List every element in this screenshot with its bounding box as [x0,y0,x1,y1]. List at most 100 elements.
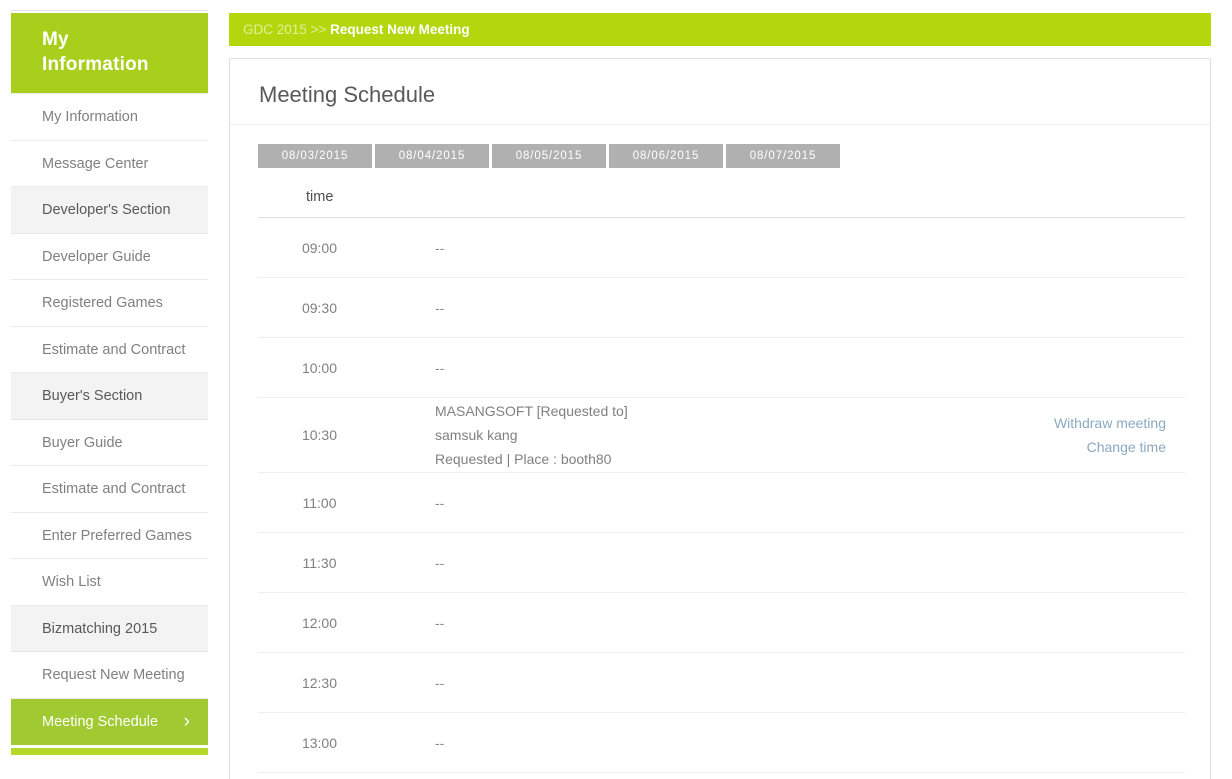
sidebar-item-label: Bizmatching 2015 [42,620,158,637]
withdraw-meeting-link[interactable]: Withdraw meeting [936,411,1166,435]
content-card: Meeting Schedule 08/03/2015 08/04/2015 0… [229,58,1211,779]
sidebar-item-registered-games[interactable]: Registered Games [11,280,208,327]
meeting-person: samsuk kang [435,427,518,443]
sidebar-item-estimate-and-contract-buyer[interactable]: Estimate and Contract [11,466,208,513]
slot-actions [935,217,1185,278]
sidebar-section-buyers-section[interactable]: Buyer's Section [11,373,208,420]
tab-date-08-03-2015[interactable]: 08/03/2015 [258,144,372,168]
main-content: GDC 2015 >> Request New Meeting Meeting … [229,13,1211,779]
sidebar-item-label: Enter Preferred Games [42,527,192,544]
breadcrumb: GDC 2015 >> Request New Meeting [229,13,1211,46]
slot-time: 09:00 [258,217,408,278]
slot-content: -- [408,217,935,278]
sidebar-item-message-center[interactable]: Message Center [11,140,208,187]
meeting-status: Requested | Place : booth80 [435,451,612,467]
sidebar-header: My Information [11,13,208,93]
empty-marker: -- [435,554,445,571]
sidebar-item-label: Buyer's Section [42,388,143,404]
table-row: 12:00 -- [258,592,1185,653]
slot-time: 12:30 [258,652,408,713]
slot-content: -- [408,652,935,713]
slot-actions [935,652,1185,713]
schedule-table: time 09:00 -- 09:30 -- 10:00 -- 10:30 MA… [258,178,1185,773]
table-row: 09:30 -- [258,277,1185,338]
slot-time: 10:00 [258,337,408,398]
sidebar-item-enter-preferred-games[interactable]: Enter Preferred Games [11,512,208,559]
tab-date-08-06-2015[interactable]: 08/06/2015 [609,144,723,168]
slot-content: -- [408,337,935,398]
slot-actions [935,337,1185,398]
breadcrumb-current: Request New Meeting [330,22,470,37]
sidebar-item-label: Meeting Schedule [42,713,159,730]
slot-time: 13:00 [258,712,408,773]
sidebar-item-estimate-and-contract-dev[interactable]: Estimate and Contract [11,326,208,373]
slot-actions: Withdraw meeting Change time [935,397,1185,473]
table-row: 11:00 -- [258,472,1185,533]
sidebar-item-request-new-meeting[interactable]: Request New Meeting [11,652,208,699]
slot-actions [935,592,1185,653]
slot-actions [935,712,1185,773]
slot-actions [935,277,1185,338]
empty-marker: -- [435,614,445,631]
table-row: 11:30 -- [258,532,1185,593]
slot-time: 10:30 [258,397,408,473]
meeting-company: MASANGSOFT [Requested to] [435,403,628,419]
tab-date-08-04-2015[interactable]: 08/04/2015 [375,144,489,168]
slot-content: -- [408,472,935,533]
sidebar-item-label: Buyer Guide [42,434,123,451]
schedule-header-row: time [258,178,1185,218]
sidebar-item-label: Developer's Section [42,202,171,218]
sidebar-top-divider [11,10,208,11]
slot-content: MASANGSOFT [Requested to] samsuk kang Re… [408,397,935,473]
sidebar-section-developers-section[interactable]: Developer's Section [11,187,208,234]
sidebar-item-label: Estimate and Contract [42,481,186,497]
schedule-table-head: time [258,178,1185,218]
sidebar-header-line2: Information [42,54,149,75]
empty-marker: -- [435,734,445,751]
sidebar-item-label: My Information [42,109,138,125]
page-title: Meeting Schedule [230,59,1210,125]
chevron-right-icon: › [183,710,190,732]
breadcrumb-separator: >> [310,22,327,37]
schedule-table-body: 09:00 -- 09:30 -- 10:00 -- 10:30 MASANGS… [258,217,1185,773]
table-row-meeting: 10:30 MASANGSOFT [Requested to] samsuk k… [258,397,1185,473]
sidebar-item-buyer-guide[interactable]: Buyer Guide [11,419,208,466]
sidebar: My Information My Information Message Ce… [11,10,208,755]
empty-marker: -- [435,359,445,376]
slot-content: -- [408,712,935,773]
sidebar-header-line1: My [42,29,69,50]
sidebar-item-label: Request New Meeting [42,667,185,683]
slot-content: -- [408,592,935,653]
slot-content: -- [408,277,935,338]
date-tabs: 08/03/2015 08/04/2015 08/05/2015 08/06/2… [230,125,1210,168]
slot-time: 11:30 [258,532,408,593]
slot-actions [935,532,1185,593]
sidebar-bottom-bar [11,748,208,755]
sidebar-item-my-information[interactable]: My Information [11,94,208,141]
slot-time: 12:00 [258,592,408,653]
slot-actions [935,472,1185,533]
sidebar-item-label: Message Center [42,155,149,172]
table-row: 10:00 -- [258,337,1185,398]
empty-marker: -- [435,494,445,511]
empty-marker: -- [435,299,445,316]
change-time-link[interactable]: Change time [936,435,1166,459]
slot-time: 09:30 [258,277,408,338]
sidebar-section-bizmatching-2015[interactable]: Bizmatching 2015 [11,605,208,652]
table-row: 09:00 -- [258,217,1185,278]
sidebar-item-wish-list[interactable]: Wish List [11,559,208,606]
table-row: 13:00 -- [258,712,1185,773]
column-header-time: time [258,178,1185,218]
breadcrumb-root[interactable]: GDC 2015 [243,22,307,37]
empty-marker: -- [435,674,445,691]
sidebar-item-label: Registered Games [42,295,163,311]
slot-time: 11:00 [258,472,408,533]
sidebar-item-meeting-schedule[interactable]: Meeting Schedule › [11,698,208,745]
page-root: My Information My Information Message Ce… [0,0,1232,779]
tab-date-08-05-2015[interactable]: 08/05/2015 [492,144,606,168]
tab-date-08-07-2015[interactable]: 08/07/2015 [726,144,840,168]
empty-marker: -- [435,239,445,256]
slot-content: -- [408,532,935,593]
sidebar-menu: My Information Message Center Developer'… [11,93,208,745]
sidebar-item-developer-guide[interactable]: Developer Guide [11,233,208,280]
